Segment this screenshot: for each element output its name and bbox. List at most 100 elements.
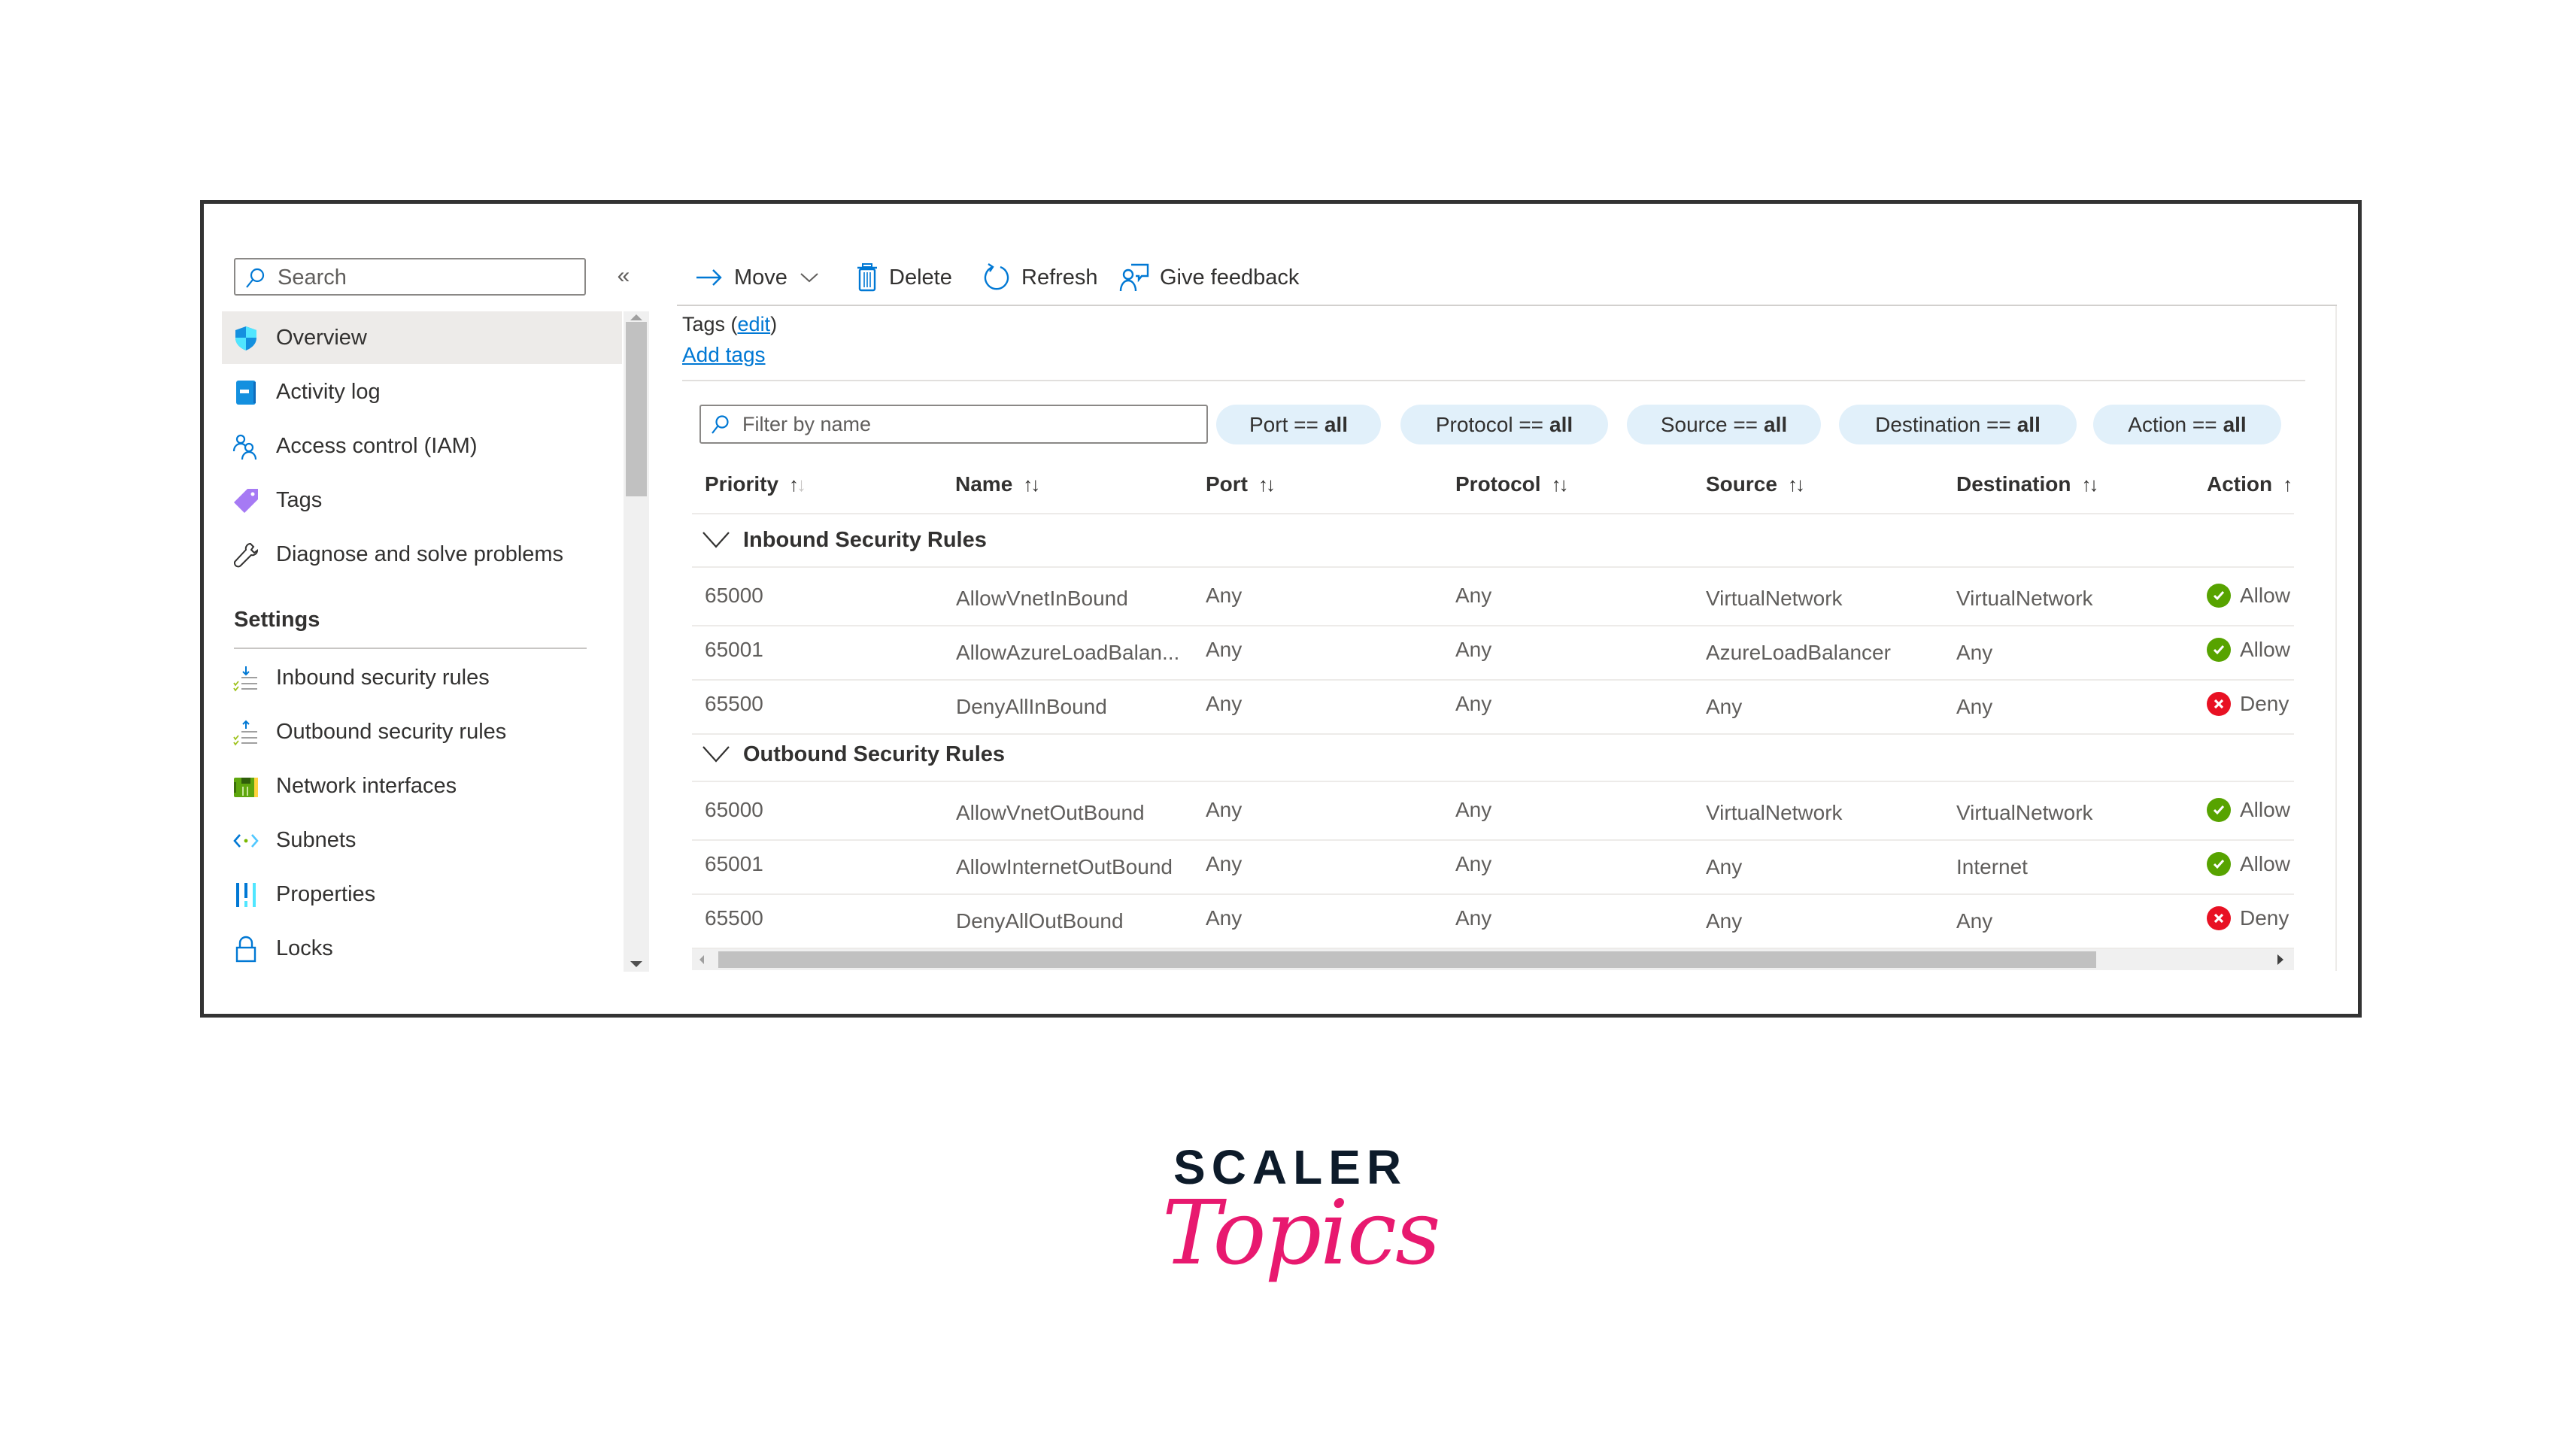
sidebar-item-diagnose[interactable]: Diagnose and solve problems	[222, 528, 622, 581]
sort-icon: ↑↓	[1787, 472, 1805, 496]
filter-pill-destination[interactable]: Destination == all	[1839, 405, 2077, 444]
sidebar-item-label: Locks	[276, 936, 333, 960]
filter-pill-source[interactable]: Source == all	[1627, 405, 1821, 444]
action-label: Allow	[2240, 852, 2290, 875]
sidebar-search-placeholder: Search	[278, 265, 347, 290]
row-divider	[692, 733, 2294, 735]
sidebar-item-network-interfaces[interactable]: Network interfaces	[222, 760, 622, 812]
refresh-button[interactable]: Refresh	[982, 259, 1098, 296]
wrench-icon	[233, 542, 259, 568]
column-header-destination[interactable]: Destination ↑↓	[1956, 469, 2098, 499]
sidebar-item-inbound-security-rules[interactable]: Inbound security rules	[222, 651, 622, 704]
cell-protocol: Any	[1455, 692, 1492, 715]
delete-label: Delete	[889, 265, 952, 290]
sidebar-scrollbar-thumb[interactable]	[626, 322, 647, 496]
cell-destination: Any	[1956, 641, 1993, 664]
chevron-down-icon	[702, 532, 730, 548]
action-label: Allow	[2240, 584, 2290, 607]
group-header-outbound[interactable]: Outbound Security Rules	[701, 739, 1005, 769]
sort-icon: ↑↓	[1258, 472, 1276, 496]
scroll-down-arrow-icon[interactable]	[630, 961, 642, 967]
column-header-priority[interactable]: Priority ↑↓	[705, 469, 806, 499]
cell-name[interactable]: AllowInternetOutBound	[956, 852, 1204, 882]
scroll-up-arrow-icon[interactable]	[630, 314, 642, 320]
cell-port: Any	[1206, 692, 1243, 715]
filter-pill-port[interactable]: Port == all	[1216, 405, 1381, 444]
action-label: Allow	[2240, 798, 2290, 821]
cell-name[interactable]: DenyAllInBound	[956, 692, 1204, 722]
sidebar-item-label: Network interfaces	[276, 774, 457, 798]
horizontal-scrollbar-thumb[interactable]	[718, 951, 2096, 968]
cell-port: Any	[1206, 638, 1243, 661]
pill-field: Action ==	[2128, 412, 2217, 436]
feedback-icon	[1119, 263, 1149, 292]
sidebar-item-access-control[interactable]: Access control (IAM)	[222, 420, 622, 472]
cell-source: VirtualNetwork	[1706, 801, 1843, 824]
error-circle-icon	[2207, 906, 2231, 930]
column-header-source[interactable]: Source ↑↓	[1706, 469, 1805, 499]
cell-action: Allow	[2207, 635, 2290, 665]
scroll-right-arrow-icon[interactable]	[2277, 954, 2283, 965]
pill-value: all	[1549, 412, 1573, 436]
column-label: Source	[1706, 472, 1777, 496]
sidebar-item-locks[interactable]: Locks	[222, 922, 622, 975]
sidebar-search-input[interactable]: Search	[234, 258, 586, 296]
sidebar-item-activity-log[interactable]: Activity log	[222, 366, 622, 418]
row-divider	[692, 893, 2294, 895]
cell-destination: Any	[1956, 909, 1993, 933]
sidebar-item-properties[interactable]: Properties	[222, 868, 622, 921]
filter-by-name-input[interactable]: Filter by name	[699, 405, 1208, 444]
cell-port: Any	[1206, 852, 1243, 875]
properties-icon	[236, 883, 256, 907]
add-tags-link[interactable]: Add tags	[682, 343, 766, 367]
tags-divider	[682, 380, 2305, 381]
column-header-protocol[interactable]: Protocol ↑↓	[1455, 469, 1569, 499]
sidebar-item-label: Access control (IAM)	[276, 434, 478, 458]
column-header-port[interactable]: Port ↑↓	[1206, 469, 1276, 499]
sidebar-item-tags[interactable]: Tags	[222, 474, 622, 526]
sidebar-scrollbar[interactable]	[624, 311, 649, 972]
filter-pill-action[interactable]: Action == all	[2093, 405, 2281, 444]
cell-protocol: Any	[1455, 906, 1492, 930]
error-circle-icon	[2207, 692, 2231, 716]
cell-source: Any	[1706, 695, 1743, 718]
sidebar-item-label: Properties	[276, 882, 376, 906]
cell-action: Deny	[2207, 689, 2289, 719]
give-feedback-button[interactable]: Give feedback	[1119, 259, 1299, 296]
collapse-sidebar-button[interactable]: «	[612, 263, 635, 293]
cell-name[interactable]: AllowVnetInBound	[956, 584, 1204, 614]
check-circle-icon	[2207, 852, 2231, 876]
row-divider	[692, 781, 2294, 782]
cell-name[interactable]: DenyAllOutBound	[956, 906, 1204, 936]
content-pane-edge	[2335, 306, 2337, 971]
sidebar-item-outbound-security-rules[interactable]: Outbound security rules	[222, 705, 622, 758]
sidebar-item-subnets[interactable]: Subnets	[222, 814, 622, 866]
cell-action: Allow	[2207, 849, 2290, 879]
cell-name[interactable]: AllowAzureLoadBalan...	[956, 638, 1204, 668]
group-header-inbound[interactable]: Inbound Security Rules	[701, 525, 987, 555]
sort-icon: ↑↓	[1023, 472, 1040, 496]
sidebar-item-label: Inbound security rules	[276, 666, 490, 690]
column-header-name[interactable]: Name ↑↓	[955, 469, 1040, 499]
move-button[interactable]: Move	[695, 259, 821, 296]
feedback-label: Give feedback	[1160, 265, 1300, 290]
delete-button[interactable]: Delete	[856, 259, 952, 296]
arrow-right-icon	[696, 269, 722, 286]
sidebar-item-label: Outbound security rules	[276, 720, 507, 744]
pill-value: all	[2223, 412, 2247, 436]
edit-tags-link[interactable]: edit	[738, 313, 771, 335]
sidebar-item-label: Overview	[276, 326, 367, 350]
sort-ascending-icon: ↑↓	[789, 472, 806, 496]
filter-pill-protocol[interactable]: Protocol == all	[1400, 405, 1608, 444]
cell-priority: 65500	[705, 906, 763, 930]
action-label: Allow	[2240, 638, 2290, 661]
column-header-action[interactable]: Action ↑	[2207, 469, 2292, 499]
search-icon	[712, 415, 729, 434]
sidebar-item-overview[interactable]: Overview	[222, 311, 622, 364]
table-horizontal-scrollbar[interactable]	[692, 949, 2294, 970]
topics-logo-script: Topics	[1162, 1181, 1441, 1285]
settings-divider	[234, 648, 587, 649]
cell-name[interactable]: AllowVnetOutBound	[956, 798, 1204, 828]
check-circle-icon	[2207, 798, 2231, 822]
scroll-left-arrow-icon[interactable]	[699, 955, 704, 964]
